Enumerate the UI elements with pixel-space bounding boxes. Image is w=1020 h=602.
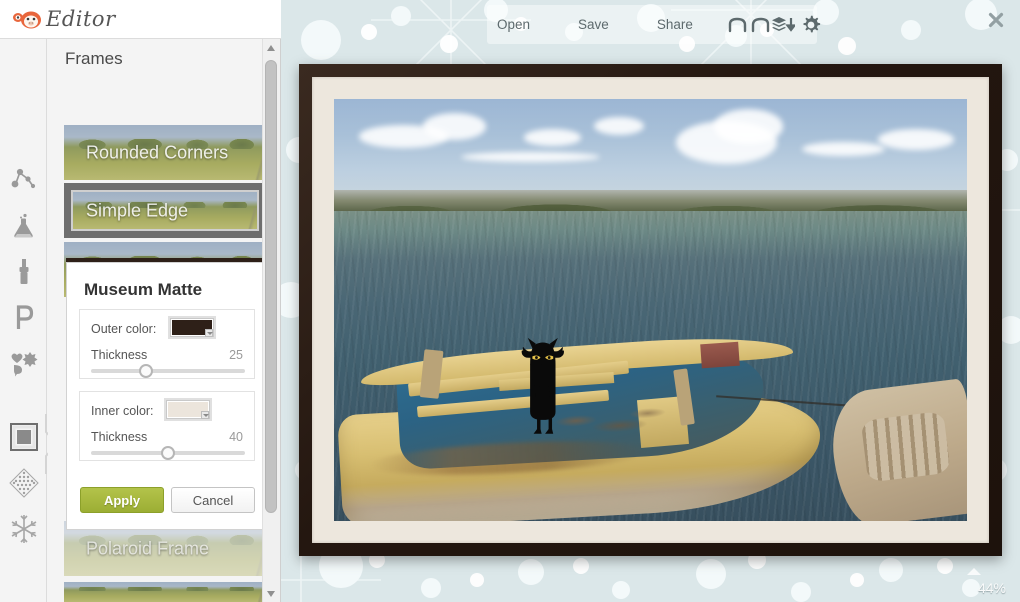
boat-red-box xyxy=(700,341,741,369)
themes-icon[interactable] xyxy=(5,510,43,548)
photo-frame-outer[interactable] xyxy=(299,64,1002,556)
settings-title: Museum Matte xyxy=(84,280,203,299)
panel-title: Frames xyxy=(65,49,123,68)
frame-thumb-simple-edge[interactable]: Simple Edge xyxy=(64,183,266,238)
canvas-area: Open Save Share 44% xyxy=(281,0,1020,602)
frame-settings-card: Museum Matte Outer color: Thickness 25 I… xyxy=(66,262,266,530)
inner-color-swatch[interactable] xyxy=(164,398,212,421)
top-toolbar: Open Save Share xyxy=(487,5,820,44)
chevron-down-icon[interactable] xyxy=(205,329,213,337)
gear-icon[interactable] xyxy=(801,10,821,40)
frame-thumb-next-partial[interactable] xyxy=(64,582,266,602)
frame-thumb-label: Simple Edge xyxy=(86,200,189,220)
save-button[interactable]: Save xyxy=(568,17,619,32)
sidebar-scrollbar-thumb[interactable] xyxy=(265,60,277,513)
tool-rail xyxy=(0,39,59,602)
photo-clouds xyxy=(334,99,967,200)
touch-up-icon[interactable] xyxy=(5,253,43,291)
outer-color-swatch[interactable] xyxy=(168,316,216,339)
logo-text: Editor xyxy=(46,7,116,31)
left-panel: Editor Frames Rounded Corners Simple Edg… xyxy=(0,0,281,602)
basic-edits-icon[interactable] xyxy=(5,161,43,199)
frame-thumb-label: Rounded Corners xyxy=(86,142,229,162)
effects-icon[interactable] xyxy=(5,207,43,245)
inner-color-label: Inner color: xyxy=(91,404,154,418)
slider-knob[interactable] xyxy=(161,446,175,460)
close-x-icon[interactable] xyxy=(987,11,1005,29)
inner-thickness-slider[interactable] xyxy=(91,446,245,460)
text-icon[interactable] xyxy=(5,299,43,337)
zoom-level-label[interactable]: 44% xyxy=(978,580,1006,596)
outer-color-group: Outer color: Thickness 25 xyxy=(79,309,255,379)
outer-thickness-slider[interactable] xyxy=(91,364,245,378)
inner-thickness-value: 40 xyxy=(229,430,243,444)
photo-frame-matte xyxy=(312,77,989,543)
redo-arrow-icon[interactable] xyxy=(749,10,771,40)
outer-color-label: Outer color: xyxy=(91,322,157,336)
textures-icon[interactable] xyxy=(5,464,43,502)
undo-arrow-icon[interactable] xyxy=(727,10,749,40)
frame-preview-image xyxy=(64,582,266,602)
scroll-up-arrow-icon[interactable] xyxy=(263,40,279,56)
inner-color-group: Inner color: Thickness 40 xyxy=(79,391,255,461)
photo-canvas[interactable] xyxy=(334,99,967,521)
slider-track xyxy=(91,369,245,373)
cancel-button[interactable]: Cancel xyxy=(171,487,255,513)
frame-thumb-rounded-corners[interactable]: Rounded Corners xyxy=(64,125,266,180)
apply-button[interactable]: Apply xyxy=(80,487,164,513)
frame-thumb-label: Polaroid Frame xyxy=(86,538,210,558)
overlays-icon[interactable] xyxy=(5,345,43,383)
slider-knob[interactable] xyxy=(138,364,153,378)
frames-icon[interactable] xyxy=(5,418,43,456)
picmonkey-editor-window: Editor Frames Rounded Corners Simple Edg… xyxy=(0,0,1020,602)
outer-thickness-value: 25 xyxy=(229,348,243,362)
monkey-icon xyxy=(13,11,41,29)
layers-download-icon[interactable] xyxy=(771,10,795,40)
chevron-down-icon[interactable] xyxy=(201,411,209,419)
black-monster-overlay-sticker[interactable] xyxy=(508,331,578,441)
zoom-caret-icon[interactable] xyxy=(967,568,981,575)
scroll-down-arrow-icon[interactable] xyxy=(263,586,279,602)
open-button[interactable]: Open xyxy=(487,17,540,32)
logo-bar: Editor xyxy=(0,0,281,39)
outer-thickness-label: Thickness xyxy=(91,348,148,362)
inner-thickness-label: Thickness xyxy=(91,430,148,444)
photo-boat xyxy=(337,331,908,521)
photo-hills xyxy=(334,189,967,214)
share-button[interactable]: Share xyxy=(647,17,703,32)
